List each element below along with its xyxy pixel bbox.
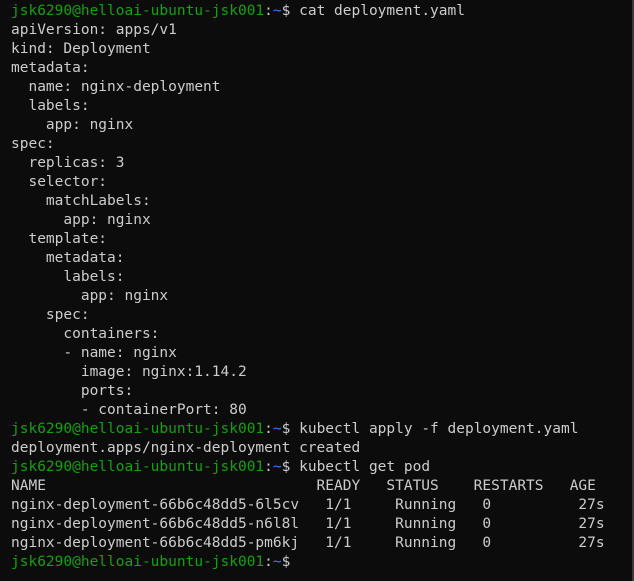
output-line: app: nginx: [11, 212, 151, 228]
output-line: template:: [11, 231, 108, 247]
pods-table-row: nginx-deployment-66b6c48dd5-pm6kj 1/1 Ru…: [11, 535, 605, 551]
output-line: - name: nginx: [11, 345, 177, 361]
command-text: kubectl apply -f deployment.yaml: [299, 421, 579, 437]
prompt-symbol: $: [281, 459, 300, 475]
output-line: - containerPort: 80: [11, 402, 247, 418]
output-line: name: nginx-deployment: [11, 79, 221, 95]
output-line: selector:: [11, 174, 108, 190]
prompt-line: jsk6290@helloai-ubuntu-jsk001:~$ kubectl…: [11, 420, 634, 439]
output-line: kind: Deployment: [11, 41, 151, 57]
output-line: labels:: [11, 98, 90, 114]
prompt-user-host: jsk6290@helloai-ubuntu-jsk001: [11, 3, 265, 19]
prompt-path: ~: [272, 421, 282, 437]
prompt-separator: :: [264, 3, 273, 19]
prompt-path: ~: [272, 554, 282, 570]
output-line: labels:: [11, 269, 125, 285]
output-line: ports:: [11, 383, 134, 399]
prompt-path: ~: [272, 459, 282, 475]
output-line: spec:: [11, 136, 55, 152]
prompt-separator: :: [264, 459, 273, 475]
output-line: deployment.apps/nginx-deployment created: [11, 440, 361, 456]
pods-table-header: NAME READY STATUS RESTARTS AGE: [11, 478, 596, 494]
prompt-symbol: $: [281, 421, 300, 437]
prompt-symbol: $: [281, 554, 300, 570]
output-line: metadata:: [11, 60, 90, 76]
prompt-user-host: jsk6290@helloai-ubuntu-jsk001: [11, 554, 265, 570]
prompt-path: ~: [272, 3, 282, 19]
prompt-separator: :: [264, 421, 273, 437]
prompt-symbol: $: [281, 3, 300, 19]
output-line: replicas: 3: [11, 155, 125, 171]
command-text: kubectl get pod: [299, 459, 431, 475]
output-line: image: nginx:1.14.2: [11, 364, 247, 380]
prompt-line: jsk6290@helloai-ubuntu-jsk001:~$ cat dep…: [11, 2, 634, 21]
prompt-separator: :: [264, 554, 273, 570]
output-line: matchLabels:: [11, 193, 151, 209]
terminal-window[interactable]: jsk6290@helloai-ubuntu-jsk001:~$ cat dep…: [0, 0, 634, 581]
prompt-user-host: jsk6290@helloai-ubuntu-jsk001: [11, 421, 265, 437]
output-line: containers:: [11, 326, 160, 342]
prompt-user-host: jsk6290@helloai-ubuntu-jsk001: [11, 459, 265, 475]
pods-table-row: nginx-deployment-66b6c48dd5-6l5cv 1/1 Ru…: [11, 497, 605, 513]
output-line: apiVersion: apps/v1: [11, 22, 177, 38]
text-cursor[interactable]: [299, 553, 307, 568]
output-line: spec:: [11, 307, 90, 323]
command-text: cat deployment.yaml: [299, 3, 465, 19]
output-line: app: nginx: [11, 288, 169, 304]
pods-table-row: nginx-deployment-66b6c48dd5-n6l8l 1/1 Ru…: [11, 516, 605, 532]
prompt-line[interactable]: jsk6290@helloai-ubuntu-jsk001:~$: [11, 553, 634, 572]
prompt-line: jsk6290@helloai-ubuntu-jsk001:~$ kubectl…: [11, 458, 634, 477]
output-line: app: nginx: [11, 117, 134, 133]
output-line: metadata:: [11, 250, 125, 266]
